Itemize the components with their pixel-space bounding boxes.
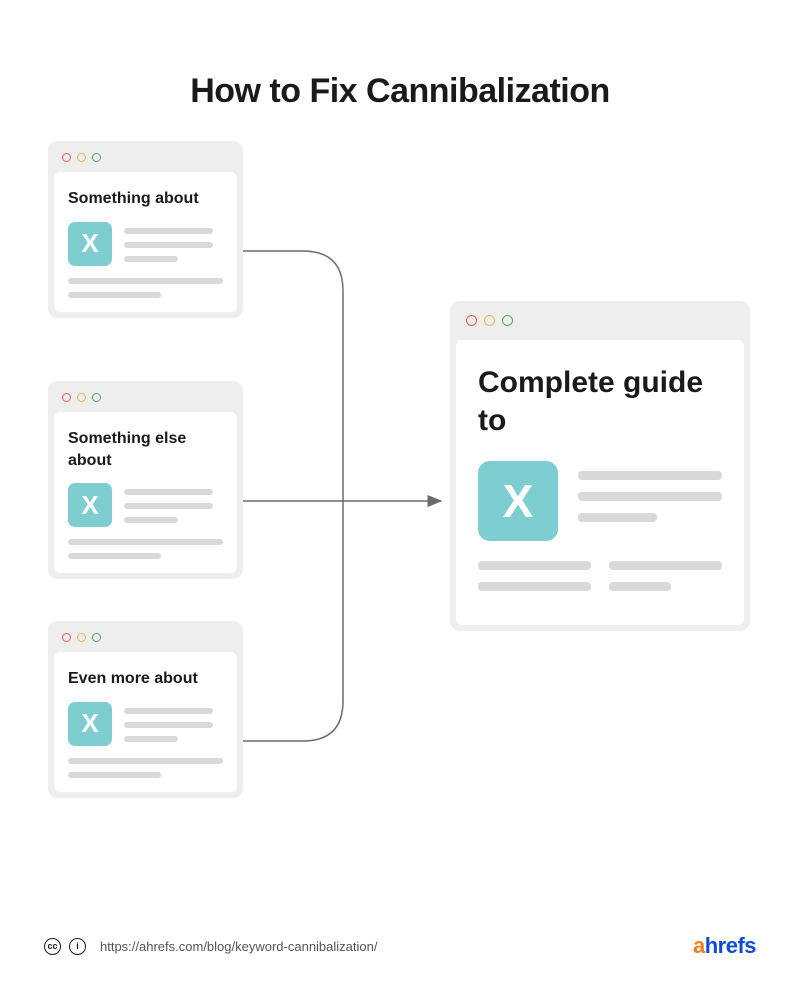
close-icon xyxy=(466,315,477,326)
topic-x-icon: X xyxy=(68,702,112,746)
placeholder-lines xyxy=(124,702,223,742)
placeholder-lines xyxy=(124,222,223,262)
maximize-icon xyxy=(502,315,513,326)
brand-logo: ahrefs xyxy=(693,933,756,959)
placeholder-lines xyxy=(478,561,722,591)
source-url: https://ahrefs.com/blog/keyword-cannibal… xyxy=(100,939,377,954)
source-card-3: Even more about X xyxy=(48,621,243,798)
placeholder-lines xyxy=(68,278,223,298)
close-icon xyxy=(62,153,71,162)
card-body: Complete guide to X xyxy=(456,340,744,625)
merge-arrow-icon xyxy=(243,141,453,841)
placeholder-lines xyxy=(68,758,223,778)
attribution-icon: i xyxy=(69,938,86,955)
close-icon xyxy=(62,633,71,642)
maximize-icon xyxy=(92,633,101,642)
placeholder-lines xyxy=(124,483,223,523)
card-title: Something about xyxy=(68,188,223,210)
window-controls xyxy=(54,627,237,652)
cc-license-icon: cc xyxy=(44,938,61,955)
minimize-icon xyxy=(77,633,86,642)
placeholder-lines xyxy=(68,539,223,559)
card-title: Complete guide to xyxy=(478,364,722,439)
minimize-icon xyxy=(77,153,86,162)
card-body: Even more about X xyxy=(54,652,237,792)
source-card-2: Something else about X xyxy=(48,381,243,579)
target-card: Complete guide to X xyxy=(450,301,750,631)
minimize-icon xyxy=(484,315,495,326)
footer: cc i https://ahrefs.com/blog/keyword-can… xyxy=(44,933,756,959)
card-body: Something else about X xyxy=(54,412,237,573)
minimize-icon xyxy=(77,393,86,402)
brand-rest: hrefs xyxy=(705,933,756,958)
footer-attribution: cc i https://ahrefs.com/blog/keyword-can… xyxy=(44,938,377,955)
window-controls xyxy=(54,387,237,412)
maximize-icon xyxy=(92,393,101,402)
window-controls xyxy=(456,307,744,340)
topic-x-icon: X xyxy=(68,222,112,266)
window-controls xyxy=(54,147,237,172)
topic-x-icon: X xyxy=(478,461,558,541)
card-title: Even more about xyxy=(68,668,223,690)
card-title: Something else about xyxy=(68,428,223,471)
page-title: How to Fix Cannibalization xyxy=(0,0,800,111)
card-body: Something about X xyxy=(54,172,237,312)
maximize-icon xyxy=(92,153,101,162)
diagram-canvas: Something about X Something else about xyxy=(0,141,800,901)
brand-a: a xyxy=(693,933,705,958)
source-card-1: Something about X xyxy=(48,141,243,318)
close-icon xyxy=(62,393,71,402)
topic-x-icon: X xyxy=(68,483,112,527)
placeholder-lines xyxy=(578,461,722,522)
